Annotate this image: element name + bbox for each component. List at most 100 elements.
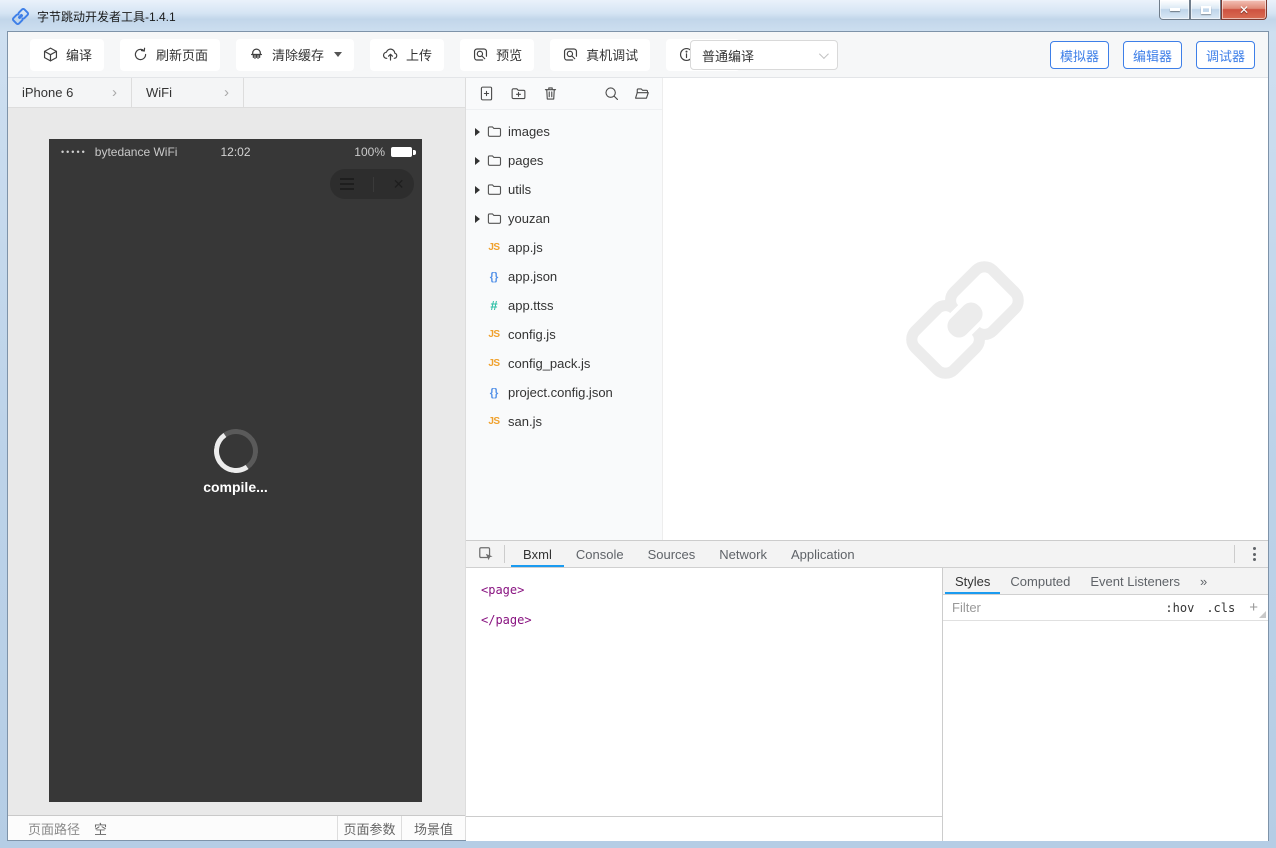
inspect-element-icon[interactable] — [474, 541, 498, 567]
folder-icon — [486, 211, 502, 227]
tab-console[interactable]: Console — [564, 541, 636, 567]
file-name: config.js — [508, 327, 556, 342]
js-file-icon: JS — [486, 242, 502, 253]
tab-styles[interactable]: Styles — [945, 568, 1000, 594]
simulator-toggle-button[interactable]: 模拟器 — [1050, 41, 1109, 69]
phone-screen: ••••• bytedance WiFi 12:02 100% ✕ compil… — [49, 139, 422, 802]
styles-filter-bar: :hov .cls + — [943, 595, 1268, 621]
refresh-page-button[interactable]: 刷新页面 — [120, 39, 220, 71]
battery-icon — [391, 147, 412, 157]
compile-label: 编译 — [66, 45, 92, 64]
caret-right-icon[interactable] — [475, 128, 480, 136]
tree-item-file[interactable]: JS san.js — [466, 407, 662, 436]
tab-application[interactable]: Application — [779, 541, 867, 567]
watermark-logo-icon — [905, 260, 1025, 383]
cube-icon — [42, 46, 59, 63]
clear-cache-button[interactable]: 清除缓存 — [236, 39, 354, 71]
bxml-tree-view[interactable]: <page> </page> — [466, 568, 942, 816]
tab-bxml[interactable]: Bxml — [511, 541, 564, 567]
tree-item-file[interactable]: JS config.js — [466, 320, 662, 349]
new-folder-icon[interactable] — [510, 85, 527, 102]
caret-right-icon[interactable] — [475, 186, 480, 194]
search-icon[interactable] — [603, 85, 620, 102]
tab-computed[interactable]: Computed — [1000, 568, 1080, 594]
simulator-footer: 页面路径 空 页面参数 场景值 — [8, 815, 465, 840]
tree-item-folder[interactable]: utils — [466, 175, 662, 204]
main-toolbar: 编译 刷新页面 清除缓存 上传 预览 真机调试 — [8, 32, 1268, 78]
caret-right-icon[interactable] — [475, 215, 480, 223]
capsule-menu: ✕ — [330, 169, 414, 199]
close-button[interactable]: ✕ — [1221, 0, 1267, 20]
toggle-hover-state-button[interactable]: :hov — [1165, 601, 1194, 615]
tab-sources[interactable]: Sources — [636, 541, 708, 567]
devtools-tab-bar: Bxml Console Sources Network Application — [466, 541, 1268, 568]
remote-debug-button[interactable]: 真机调试 — [550, 39, 650, 71]
tree-item-folder[interactable]: pages — [466, 146, 662, 175]
upload-cloud-icon — [382, 46, 399, 63]
toolbar-divider — [504, 545, 505, 563]
remote-debug-label: 真机调试 — [586, 45, 638, 64]
new-file-icon[interactable] — [478, 85, 495, 102]
caret-right-icon[interactable] — [475, 157, 480, 165]
tab-event-listeners[interactable]: Event Listeners — [1080, 568, 1190, 594]
bxml-open-tag[interactable]: <page> — [481, 575, 942, 605]
tree-item-file[interactable]: {} project.config.json — [466, 378, 662, 407]
file-name: youzan — [508, 211, 550, 226]
ttss-file-icon: # — [486, 298, 502, 313]
bxml-close-tag[interactable]: </page> — [481, 605, 942, 635]
broom-icon — [248, 46, 265, 63]
tree-item-file[interactable]: JS app.js — [466, 233, 662, 262]
compile-mode-select[interactable]: 普通编译 — [690, 40, 838, 70]
styles-filter-input[interactable] — [952, 600, 1153, 615]
maximize-button[interactable] — [1190, 0, 1221, 20]
upload-button[interactable]: 上传 — [370, 39, 444, 71]
minimize-button[interactable] — [1159, 0, 1190, 20]
simulator-panel: iPhone 6 › WiFi › ••••• bytedance WiFi 1… — [8, 78, 466, 840]
file-name: app.json — [508, 269, 557, 284]
resize-grip-icon — [1259, 611, 1266, 618]
panel-toggle-buttons: 模拟器 编辑器 调试器 — [1050, 41, 1255, 69]
app-window: 字节跳动开发者工具-1.4.1 ✕ 编译 刷新页面 清除缓存 — [0, 0, 1276, 848]
battery-percent: 100% — [354, 145, 385, 159]
toolbar-divider — [1234, 545, 1235, 563]
delete-icon[interactable] — [542, 85, 559, 102]
tree-item-file[interactable]: # app.ttss — [466, 291, 662, 320]
menu-icon[interactable] — [340, 178, 354, 190]
editor-viewport — [663, 78, 1268, 540]
more-tabs-icon[interactable]: » — [1190, 568, 1217, 594]
folder-icon — [486, 182, 502, 198]
file-name: pages — [508, 153, 543, 168]
tree-item-file[interactable]: JS config_pack.js — [466, 349, 662, 378]
devtools-panel: Bxml Console Sources Network Application… — [466, 540, 1268, 840]
folder-icon — [486, 124, 502, 140]
network-select[interactable]: WiFi › — [132, 78, 244, 107]
open-folder-icon[interactable] — [633, 85, 650, 102]
minimize-icon — [1170, 8, 1180, 11]
tree-item-file[interactable]: {} app.json — [466, 262, 662, 291]
preview-button[interactable]: 预览 — [460, 39, 534, 71]
loading-spinner-icon — [210, 426, 261, 477]
more-options-icon[interactable] — [1241, 541, 1268, 567]
tree-item-folder[interactable]: youzan — [466, 204, 662, 233]
device-bar: iPhone 6 › WiFi › — [8, 78, 465, 108]
preview-label: 预览 — [496, 45, 522, 64]
client-area: 编译 刷新页面 清除缓存 上传 预览 真机调试 — [8, 32, 1268, 840]
device-select[interactable]: iPhone 6 › — [8, 78, 132, 107]
compile-button[interactable]: 编译 — [30, 39, 104, 71]
toggle-class-button[interactable]: .cls — [1206, 601, 1235, 615]
clear-cache-label: 清除缓存 — [272, 45, 324, 64]
title-bar: 字节跳动开发者工具-1.4.1 ✕ — [0, 0, 1276, 32]
scene-value-tab[interactable]: 场景值 — [401, 816, 465, 840]
tab-network[interactable]: Network — [707, 541, 779, 567]
editor-toggle-button[interactable]: 编辑器 — [1123, 41, 1182, 69]
close-miniapp-icon[interactable]: ✕ — [393, 176, 405, 193]
debugger-toggle-button[interactable]: 调试器 — [1196, 41, 1255, 69]
file-tree-panel: images pages utils youzan — [466, 78, 663, 540]
chevron-right-icon: › — [224, 85, 229, 100]
close-icon: ✕ — [1239, 3, 1249, 17]
file-tree-toolbar — [466, 78, 662, 110]
page-params-tab[interactable]: 页面参数 — [337, 816, 401, 840]
tree-item-folder[interactable]: images — [466, 117, 662, 146]
page-path-label: 页面路径 — [28, 819, 80, 838]
bxml-footer-bar — [466, 816, 942, 841]
